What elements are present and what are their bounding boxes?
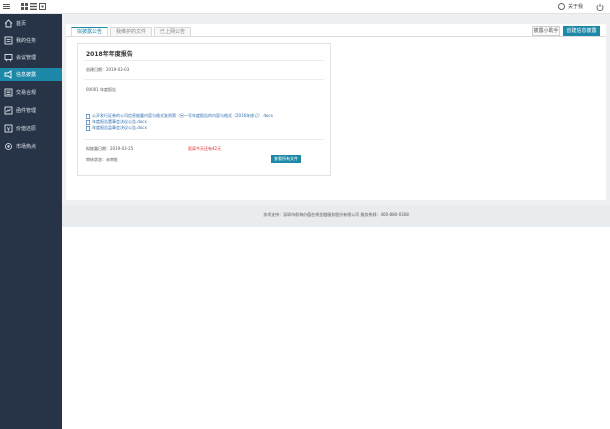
hotspot-icon [4, 142, 13, 151]
review-status: 审核状态：未审批 [86, 157, 118, 162]
user-icon [558, 3, 565, 10]
help-assistant-button[interactable]: 披露小助手 [532, 26, 560, 36]
sidebar-item-label: 首页 [16, 21, 27, 27]
meeting-icon [4, 53, 13, 62]
card-summary: 00001 年度报告 [86, 87, 116, 92]
view-all-files-button[interactable]: 查看所有文件 [271, 155, 301, 163]
home-icon [4, 19, 13, 28]
svg-text:¥: ¥ [7, 127, 11, 133]
sidebar-item-label: 价值还原 [16, 126, 37, 132]
card-title: 2018年年度报告 [86, 51, 133, 58]
sidebar-item-label: 交易合规 [16, 90, 37, 96]
sidebar-item-label: 信息披露 [16, 72, 37, 78]
sidebar-item-label: 函件管理 [16, 108, 37, 114]
user-menu[interactable]: 关于我 [558, 2, 583, 11]
sidebar-item-meetings[interactable]: 会议管理 [0, 51, 62, 64]
sidebar-item-disclosure[interactable]: 信息披露 [0, 68, 62, 81]
list-icon[interactable] [30, 3, 37, 10]
sidebar-item-label: 市场热点 [16, 144, 37, 150]
sidebar-item-letters[interactable]: 函件管理 [0, 104, 62, 117]
apps-icon[interactable] [39, 3, 46, 10]
sidebar: 首页 我的任务 会议管理 信息披露 交易合规 函件管理 ¥ 价值还原 市场热点 [0, 14, 62, 429]
file-item[interactable]: 年度报告监事会决议公告.docx [86, 125, 147, 131]
value-icon: ¥ [4, 124, 13, 133]
divider [84, 139, 324, 140]
tab-divider [66, 36, 606, 37]
sidebar-item-label: 会议管理 [16, 55, 37, 61]
letters-icon [4, 106, 13, 115]
file-link[interactable]: 年度报告监事会决议公告.docx [92, 125, 147, 131]
divider [84, 79, 324, 80]
top-bar: 关于我 [0, 0, 610, 14]
sidebar-item-tasks[interactable]: 我的任务 [0, 34, 62, 47]
word-file-icon [86, 113, 91, 119]
create-disclosure-button[interactable]: 创建信息披露 [563, 26, 600, 36]
word-file-icon [86, 125, 91, 131]
compliance-icon [4, 88, 13, 97]
menu-icon[interactable] [3, 3, 10, 10]
created-date: 创建日期：2019-03-03 [86, 67, 130, 72]
sidebar-item-home[interactable]: 首页 [0, 17, 62, 30]
sidebar-item-hotspot[interactable]: 市场热点 [0, 140, 62, 153]
sidebar-item-label: 我的任务 [16, 38, 37, 44]
user-name: 关于我 [568, 4, 584, 10]
sidebar-item-value[interactable]: ¥ 价值还原 [0, 122, 62, 135]
power-icon[interactable] [596, 3, 604, 11]
footer: 技术支持：深圳市前海价值在线金融服务股份有限公司 服务热线：400-880-03… [62, 205, 610, 227]
disclosure-date: 拟披露日期：2019-03-25 [86, 146, 134, 151]
sidebar-item-compliance[interactable]: 交易合规 [0, 86, 62, 99]
disclosure-card: 2018年年度报告 创建日期：2019-03-03 00001 年度报告 公开发… [77, 43, 331, 176]
days-remaining: 距离今天还有42天 [188, 146, 222, 151]
footer-text: 技术支持：深圳市前海价值在线金融服务股份有限公司 服务热线：400-880-03… [263, 212, 409, 217]
word-file-icon [86, 119, 91, 125]
divider [84, 60, 324, 61]
tasks-icon [4, 36, 13, 45]
grid-icon[interactable] [21, 3, 28, 10]
disclosure-icon [4, 70, 13, 79]
